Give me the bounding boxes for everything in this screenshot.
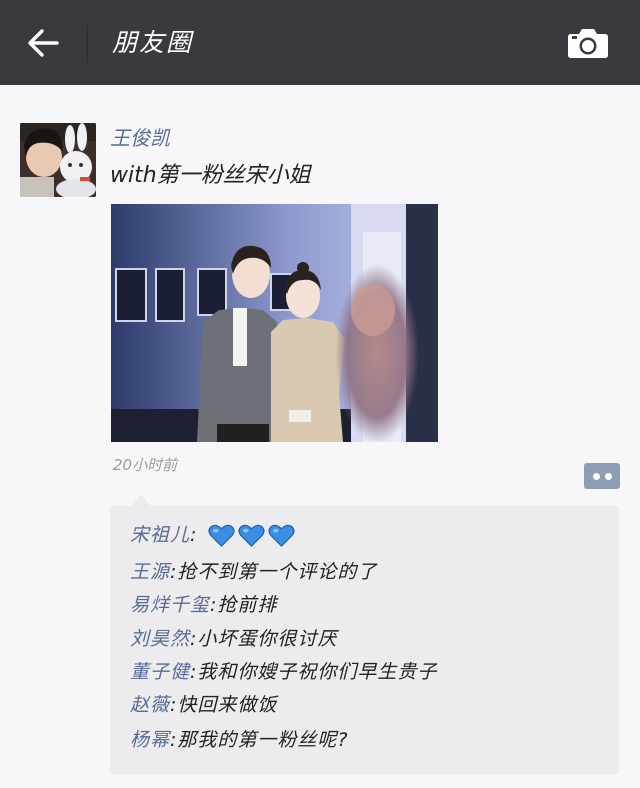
page-title: 朋友圈 bbox=[112, 28, 194, 57]
camera-button[interactable] bbox=[562, 22, 614, 64]
post-timestamp: 20小时前 bbox=[113, 456, 178, 474]
blue-heart-icon bbox=[208, 523, 236, 548]
comment-text: 小坏蛋你很讨厌 bbox=[197, 628, 338, 650]
comment-text: 抢前排 bbox=[217, 594, 278, 616]
top-bar: 朋友圈 bbox=[0, 0, 640, 85]
comment-author[interactable]: 杨幂 bbox=[130, 729, 170, 751]
blue-heart-icon bbox=[268, 523, 296, 548]
comment-author[interactable]: 董子健 bbox=[130, 661, 190, 683]
comment-text: 快回来做饭 bbox=[177, 694, 278, 716]
back-button[interactable] bbox=[22, 22, 64, 64]
post-author[interactable]: 王俊凯 bbox=[110, 124, 170, 152]
comments-pointer bbox=[131, 494, 151, 506]
comment-author[interactable]: 刘昊然 bbox=[130, 628, 190, 650]
comment-action-button[interactable] bbox=[584, 463, 620, 489]
comment-row: 刘昊然:小坏蛋你很讨厌 bbox=[130, 624, 337, 654]
comment-author[interactable]: 王源 bbox=[130, 561, 170, 583]
post-text: with第一粉丝宋小姐 bbox=[110, 163, 311, 188]
dot-icon bbox=[604, 472, 612, 480]
comment-row: 赵薇:快回来做饭 bbox=[130, 690, 277, 720]
comment-author[interactable]: 易烊千玺 bbox=[130, 594, 210, 616]
blue-heart-icon bbox=[238, 523, 266, 548]
dot-icon bbox=[592, 472, 600, 480]
comment-text: 那我的第一粉丝呢? bbox=[177, 729, 349, 751]
comment-separator: : bbox=[190, 524, 198, 546]
comment-row: 宋祖儿: bbox=[130, 520, 296, 550]
avatar[interactable] bbox=[20, 123, 96, 197]
comment-row: 王源:抢不到第一个评论的了 bbox=[130, 557, 377, 587]
camera-icon bbox=[568, 29, 608, 58]
post-photo[interactable] bbox=[111, 204, 438, 442]
comment-text: 抢不到第一个评论的了 bbox=[177, 561, 378, 583]
comment-author[interactable]: 宋祖儿 bbox=[130, 524, 190, 546]
comment-row: 董子健:我和你嫂子祝你们早生贵子 bbox=[130, 657, 437, 687]
arrow-left-icon bbox=[28, 29, 59, 57]
comment-row: 杨幂:那我的第一粉丝呢? bbox=[130, 725, 349, 755]
comment-text: 我和你嫂子祝你们早生贵子 bbox=[197, 661, 438, 683]
comment-row: 易烊千玺:抢前排 bbox=[130, 590, 277, 620]
comment-author[interactable]: 赵薇 bbox=[130, 694, 170, 716]
header-divider bbox=[87, 26, 88, 62]
heart-group bbox=[208, 523, 296, 548]
